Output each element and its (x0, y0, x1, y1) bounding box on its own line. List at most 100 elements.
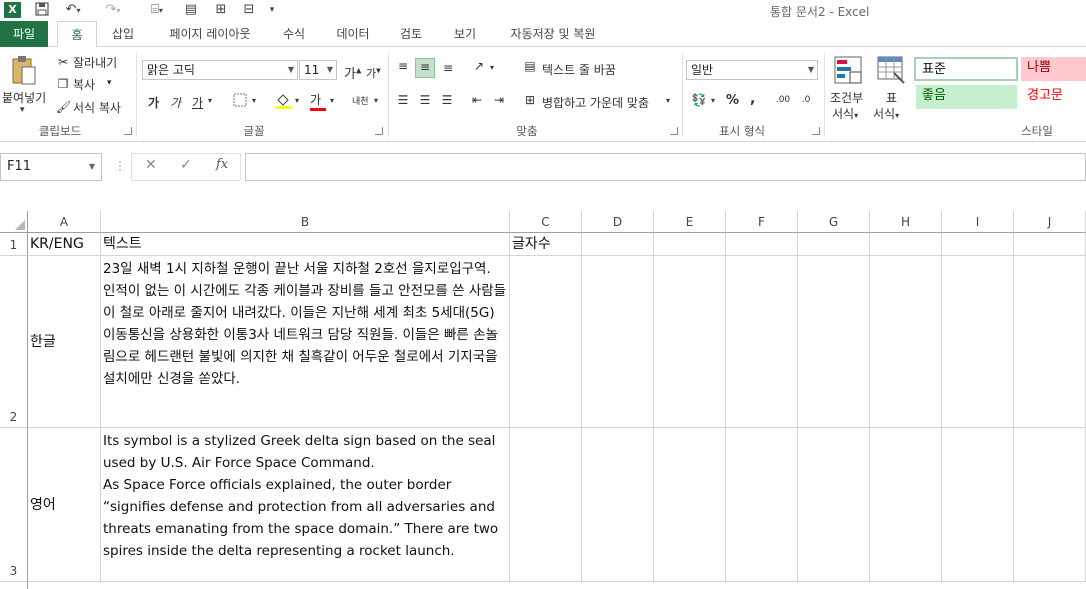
underline-dropdown-icon[interactable]: ▾ (208, 96, 212, 105)
copy-button[interactable]: 복사 (73, 76, 95, 93)
cell-h2[interactable] (870, 256, 942, 428)
tab-data[interactable]: 데이터 (328, 21, 378, 47)
cell-f1[interactable] (726, 233, 798, 256)
accounting-dropdown-icon[interactable]: ▾ (711, 96, 715, 105)
customize-icon[interactable]: ▾ (266, 2, 278, 18)
shrink-font-button[interactable]: 가▼ (366, 65, 381, 81)
cell-g1[interactable] (798, 233, 870, 256)
paste-icon[interactable] (10, 55, 38, 91)
cell-j2[interactable] (1014, 256, 1086, 428)
cell-g3[interactable] (798, 428, 870, 582)
phonetic-button[interactable]: 내천 (352, 94, 369, 107)
format-painter-icon[interactable]: ⌸▾ (146, 2, 168, 18)
tab-page-layout[interactable]: 페이지 레이아웃 (157, 21, 263, 47)
form-icon[interactable]: ▤ (182, 2, 200, 18)
select-all-button[interactable] (0, 211, 28, 233)
conditional-format-button-line2[interactable]: 서식▾ (832, 105, 858, 122)
cell-f2[interactable] (726, 256, 798, 428)
row-header-3[interactable]: 3 (0, 428, 28, 582)
copy-dropdown-icon[interactable]: ▾ (107, 78, 112, 88)
orientation-icon[interactable]: ↗ (470, 58, 488, 74)
cell-b1[interactable]: 텍스트 (101, 233, 510, 256)
column-header-e[interactable]: E (654, 211, 726, 233)
font-color-dropdown-icon[interactable]: ▾ (330, 96, 334, 105)
row-header-4[interactable] (0, 582, 28, 589)
tab-insert[interactable]: 삽입 (103, 21, 143, 47)
comma-button[interactable]: , (750, 91, 755, 107)
align-right-icon[interactable]: ☰ (438, 92, 456, 108)
percent-button[interactable]: % (726, 93, 739, 108)
cell-e3[interactable] (654, 428, 726, 582)
column-header-j[interactable]: J (1014, 211, 1086, 233)
font-name-select[interactable]: 맑은 고딕 ▼ (142, 60, 298, 80)
cell-i3[interactable] (942, 428, 1014, 582)
tab-file[interactable]: 파일 (0, 21, 48, 47)
undo-icon[interactable]: ↶▾ (62, 2, 84, 18)
decrease-decimal-icon[interactable]: .0 (797, 92, 815, 108)
merge-center-button[interactable]: 병합하고 가운데 맞춤 (542, 94, 649, 111)
column-header-i[interactable]: I (942, 211, 1014, 233)
cell-a2[interactable]: 한글 (28, 256, 101, 428)
formula-input[interactable] (245, 153, 1086, 181)
cell-c3[interactable] (510, 428, 582, 582)
clipboard-launcher-icon[interactable] (124, 127, 132, 135)
border-icon[interactable] (232, 93, 248, 111)
alignment-launcher-icon[interactable] (670, 127, 678, 135)
column-header-a[interactable]: A (28, 211, 101, 233)
paste-button[interactable]: 붙여넣기 (2, 89, 46, 106)
style-warning[interactable]: 경고문 (1021, 85, 1086, 109)
increase-indent-icon[interactable]: ⇥ (490, 92, 508, 108)
bold-button[interactable]: 가 (148, 94, 159, 111)
sort-icon[interactable]: ⊟ (240, 2, 258, 18)
font-launcher-icon[interactable] (375, 127, 383, 135)
style-bad[interactable]: 나쁨 (1021, 57, 1086, 81)
column-header-f[interactable]: F (726, 211, 798, 233)
grow-font-button[interactable]: 가▲ (344, 63, 361, 82)
cell-e2[interactable] (654, 256, 726, 428)
wrap-text-button[interactable]: 텍스트 줄 바꿈 (542, 61, 616, 78)
cell-a3[interactable]: 영어 (28, 428, 101, 582)
fill-color-icon[interactable] (274, 91, 292, 113)
increase-decimal-icon[interactable]: .00 (774, 92, 792, 108)
number-launcher-icon[interactable] (812, 127, 820, 135)
orientation-dropdown-icon[interactable]: ▾ (490, 63, 494, 72)
paste-dropdown-icon[interactable]: ▾ (20, 105, 25, 115)
border-dropdown-icon[interactable]: ▾ (252, 96, 256, 105)
cell-c1[interactable]: 글자수 (510, 233, 582, 256)
column-header-h[interactable]: H (870, 211, 942, 233)
name-box[interactable]: F11 ▼ (0, 153, 102, 181)
italic-button[interactable]: 가 (170, 94, 181, 111)
cell-b3[interactable]: Its symbol is a stylized Greek delta sig… (101, 428, 510, 582)
font-color-icon[interactable]: 가 (310, 91, 326, 111)
cancel-icon[interactable]: ✕ (145, 157, 157, 173)
cell-b2[interactable]: 23일 새벽 1시 지하철 운행이 끝난 서울 지하철 2호선 을지로입구역. … (101, 256, 510, 428)
worksheet-grid[interactable]: A B C D E F G H I J 1 KR/ENG 텍스트 글자수 2 한… (0, 211, 1086, 589)
cell-i2[interactable] (942, 256, 1014, 428)
cell-h1[interactable] (870, 233, 942, 256)
align-middle-icon[interactable]: ≡ (415, 58, 435, 78)
cell-e1[interactable] (654, 233, 726, 256)
underline-button[interactable]: 가 (192, 94, 203, 111)
cell-d3[interactable] (582, 428, 654, 582)
decrease-indent-icon[interactable]: ⇤ (468, 92, 486, 108)
align-left-icon[interactable]: ☰ (394, 92, 412, 108)
row-header-1[interactable]: 1 (0, 233, 28, 256)
cell-j3[interactable] (1014, 428, 1086, 582)
cell-g2[interactable] (798, 256, 870, 428)
column-header-g[interactable]: G (798, 211, 870, 233)
cell-h3[interactable] (870, 428, 942, 582)
tab-review[interactable]: 검토 (391, 21, 431, 47)
style-good[interactable]: 좋음 (916, 85, 1017, 109)
cell-c2[interactable] (510, 256, 582, 428)
phonetic-dropdown-icon[interactable]: ▾ (374, 96, 378, 105)
cell-d1[interactable] (582, 233, 654, 256)
column-header-c[interactable]: C (510, 211, 582, 233)
save-icon[interactable] (34, 2, 50, 18)
cell-f3[interactable] (726, 428, 798, 582)
cut-button[interactable]: 잘라내기 (73, 54, 117, 71)
tab-formulas[interactable]: 수식 (274, 21, 314, 47)
insert-function-icon[interactable]: fx (216, 157, 228, 172)
format-painter-button[interactable]: 서식 복사 (73, 99, 121, 116)
row-header-2[interactable]: 2 (0, 256, 28, 428)
view-icon[interactable]: ⊞ (212, 2, 230, 18)
